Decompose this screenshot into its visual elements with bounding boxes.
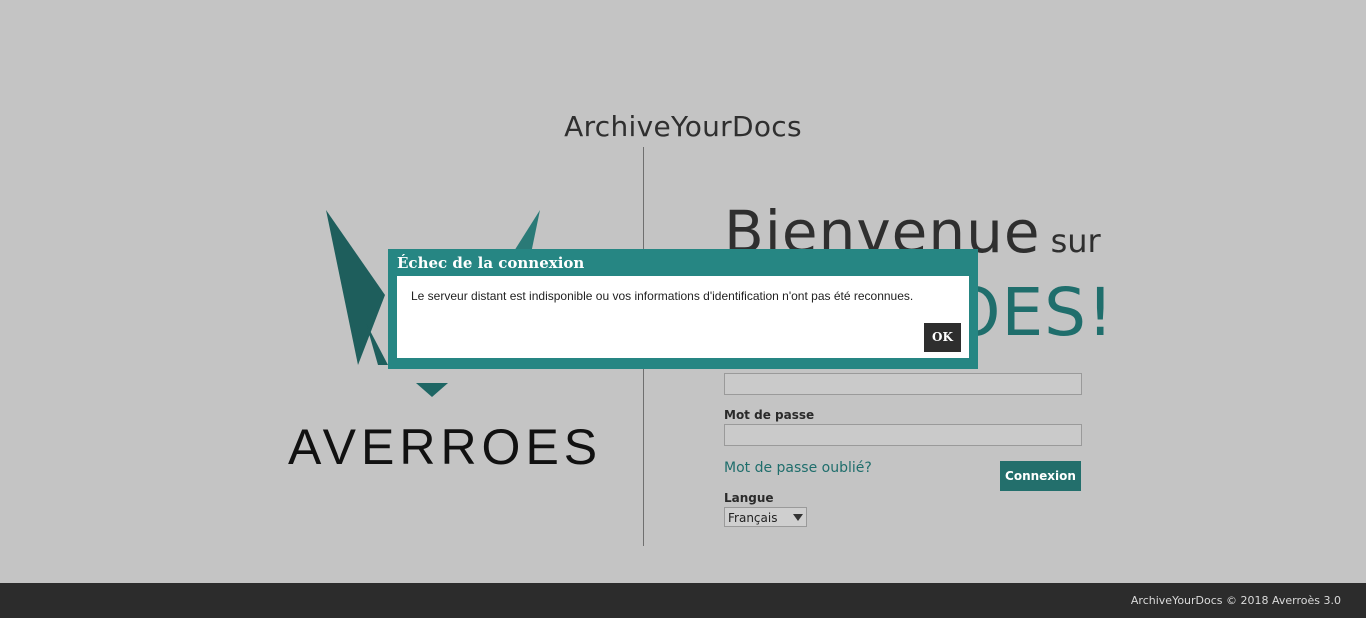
login-page: ArchiveYourDocs AVERROES Bienvenuesur AV… (0, 0, 1366, 618)
dialog-message: Le serveur distant est indisponible ou v… (411, 289, 914, 303)
language-select[interactable]: Français (724, 507, 807, 527)
chevron-down-icon (793, 514, 803, 521)
password-label: Mot de passe (724, 408, 815, 422)
username-input[interactable] (724, 373, 1082, 395)
footer: ArchiveYourDocs © 2018 Averroès 3.0 (0, 583, 1366, 618)
logo-wordmark: AVERROES (288, 419, 603, 475)
login-button[interactable]: Connexion (1000, 461, 1081, 491)
logo-bottom-triangle (416, 383, 448, 397)
password-input[interactable] (724, 424, 1082, 446)
language-selected-value: Français (728, 511, 778, 525)
forgot-password-link[interactable]: Mot de passe oublié? (724, 460, 872, 476)
error-dialog: Échec de la connexion Le serveur distant… (388, 249, 978, 369)
dialog-body: Le serveur distant est indisponible ou v… (397, 276, 969, 358)
ok-button[interactable]: OK (924, 323, 961, 352)
logo-left-lower (366, 323, 388, 365)
app-title: ArchiveYourDocs (564, 110, 802, 143)
footer-copyright: ArchiveYourDocs © 2018 Averroès 3.0 (1130, 594, 1341, 607)
dialog-title: Échec de la connexion (397, 254, 585, 272)
logo-left-wing (326, 210, 385, 365)
welcome-sur: sur (1050, 222, 1101, 260)
language-label: Langue (724, 491, 774, 505)
